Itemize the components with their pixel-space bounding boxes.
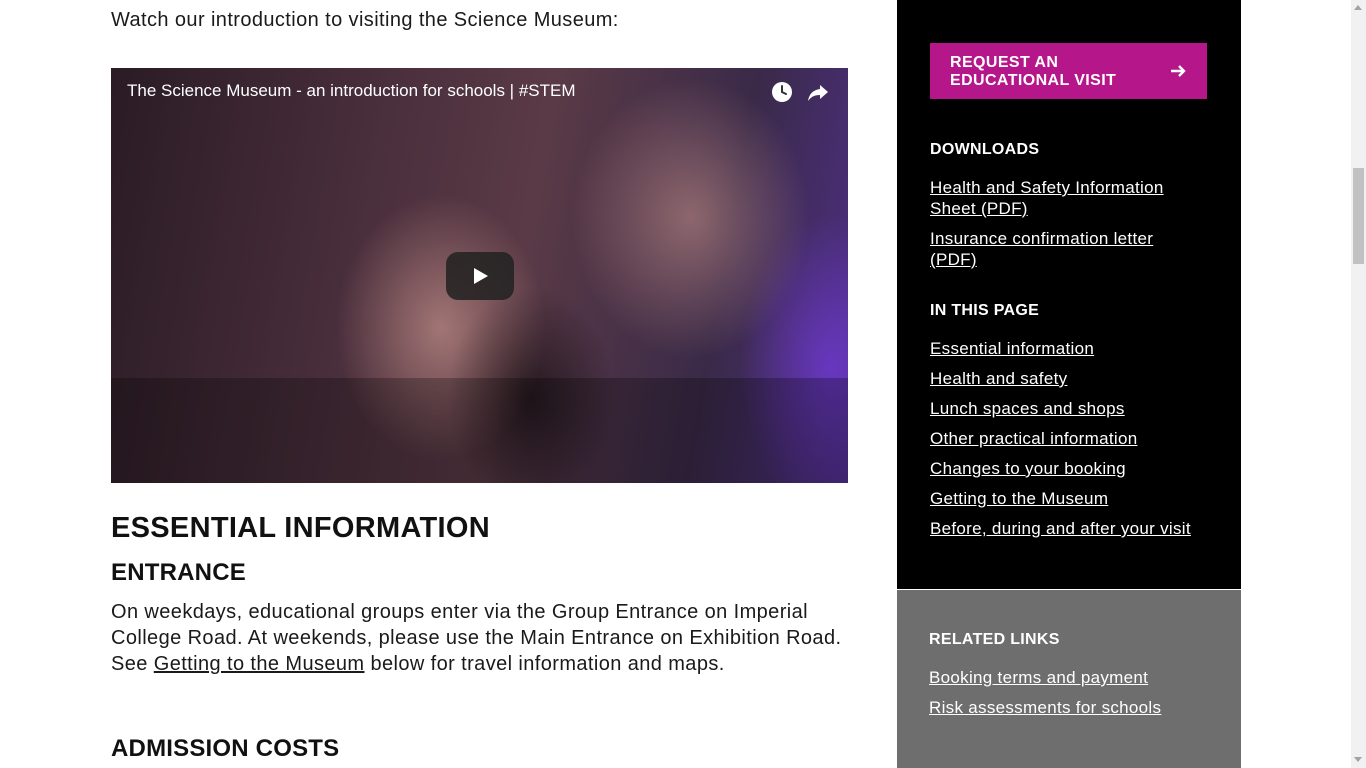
entrance-heading: ENTRANCE xyxy=(111,559,246,586)
related-links-heading: RELATED LINKS xyxy=(929,631,1060,648)
page-scrollbar[interactable] xyxy=(1351,0,1366,768)
download-link-health-safety[interactable]: Health and Safety Information Sheet (PDF… xyxy=(930,177,1190,219)
downloads-heading: DOWNLOADS xyxy=(930,141,1040,158)
scroll-down-arrow-icon[interactable] xyxy=(1354,757,1362,762)
page-link-other-practical[interactable]: Other practical information xyxy=(930,428,1137,449)
download-link-insurance[interactable]: Insurance confirmation letter (PDF) xyxy=(930,228,1190,270)
related-link-risk-assessments[interactable]: Risk assessments for schools xyxy=(929,697,1161,718)
page-link-changes-booking[interactable]: Changes to your booking xyxy=(930,458,1126,479)
entrance-paragraph: On weekdays, educational groups enter vi… xyxy=(111,599,846,677)
sidebar-panel: REQUEST AN EDUCATIONAL VISIT DOWNLOADS H… xyxy=(897,0,1241,589)
video-intro-text: Watch our introduction to visiting the S… xyxy=(111,9,619,31)
clock-icon[interactable] xyxy=(770,80,794,104)
scrollbar-thumb[interactable] xyxy=(1353,168,1364,264)
share-arrow-icon[interactable] xyxy=(806,80,830,104)
related-links-panel: RELATED LINKS Booking terms and payment … xyxy=(897,590,1241,768)
video-player[interactable]: The Science Museum - an introduction for… xyxy=(111,68,848,483)
video-title[interactable]: The Science Museum - an introduction for… xyxy=(127,81,576,101)
scroll-up-arrow-icon[interactable] xyxy=(1354,5,1362,10)
in-this-page-heading: IN THIS PAGE xyxy=(930,302,1040,319)
page-link-health-safety[interactable]: Health and safety xyxy=(930,368,1067,389)
related-link-booking-terms[interactable]: Booking terms and payment xyxy=(929,667,1148,688)
arrow-right-icon xyxy=(1171,65,1186,77)
play-button[interactable] xyxy=(446,252,514,300)
admission-costs-heading: ADMISSION COSTS xyxy=(111,735,340,762)
essential-information-heading: ESSENTIAL INFORMATION xyxy=(111,512,491,544)
page-link-getting-to-museum[interactable]: Getting to the Museum xyxy=(930,488,1108,509)
page-link-before-during-after[interactable]: Before, during and after your visit xyxy=(930,518,1191,539)
entrance-text-after: below for travel information and maps. xyxy=(364,653,725,675)
getting-to-museum-link[interactable]: Getting to the Museum xyxy=(154,653,365,675)
page-link-essential-information[interactable]: Essential information xyxy=(930,338,1094,359)
page-link-lunch-spaces[interactable]: Lunch spaces and shops xyxy=(930,398,1125,419)
play-icon xyxy=(474,268,488,284)
request-button-label: REQUEST AN EDUCATIONAL VISIT xyxy=(950,54,1117,89)
video-overlay xyxy=(111,378,848,483)
request-educational-visit-button[interactable]: REQUEST AN EDUCATIONAL VISIT xyxy=(930,43,1207,99)
